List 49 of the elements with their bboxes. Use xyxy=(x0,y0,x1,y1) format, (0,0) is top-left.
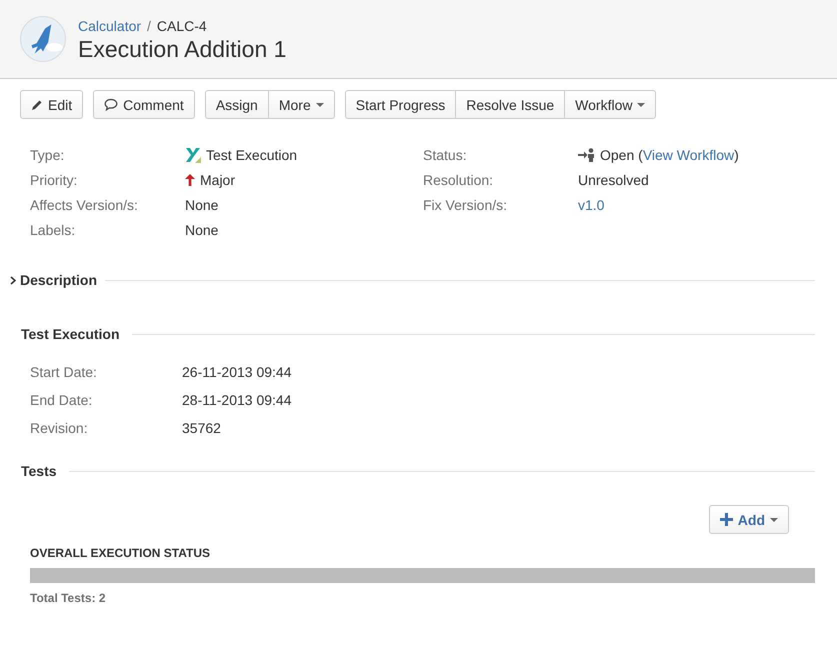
toolbar-button[interactable]: More xyxy=(268,90,335,119)
toolbar-button[interactable]: Start Progress xyxy=(344,90,456,119)
field-value: 35762 xyxy=(182,420,221,436)
toolbar-button[interactable]: Comment xyxy=(93,90,195,119)
field-label: Labels: xyxy=(30,222,76,238)
status-value: Open (View Workflow) xyxy=(600,146,739,162)
toolbar-button[interactable]: Resolve Issue xyxy=(456,90,566,119)
pencil-icon xyxy=(31,98,43,110)
rocket-icon xyxy=(20,16,66,62)
field-value: Major xyxy=(200,172,236,188)
toolbar-button[interactable]: Edit xyxy=(20,90,84,119)
breadcrumb-separator: / xyxy=(147,18,151,34)
plus-icon xyxy=(720,513,733,526)
total-tests: Total Tests: 2 xyxy=(30,591,107,605)
field-label: Resolution: xyxy=(423,172,494,188)
add-button[interactable]: Add xyxy=(708,505,789,534)
toolbar-button[interactable]: Assign xyxy=(204,90,269,119)
field-label: Status: xyxy=(423,146,468,162)
field-label: Start Date: xyxy=(30,364,98,380)
issue-title: Execution Addition 1 xyxy=(78,36,286,62)
up-arrow-icon xyxy=(185,174,195,186)
field-value: 26-11-2013 09:44 xyxy=(182,364,292,380)
section-title: Test Execution xyxy=(21,326,120,342)
field-label: Priority: xyxy=(30,172,78,188)
arrow-person-icon xyxy=(578,148,595,162)
version-link[interactable]: v1.0 xyxy=(578,196,604,212)
status-heading: OVERALL EXECUTION STATUS xyxy=(30,546,212,560)
toolbar-button[interactable]: Workflow xyxy=(565,90,656,119)
project-link[interactable]: Calculator xyxy=(78,18,142,34)
field-label: Type: xyxy=(30,146,66,162)
caret-icon xyxy=(316,102,324,106)
issue-key-link[interactable]: CALC-4 xyxy=(156,18,207,34)
caret-icon xyxy=(637,102,646,106)
field-value: Unresolved xyxy=(578,172,649,188)
field-label: End Date: xyxy=(30,392,94,408)
field-label: Fix Version/s: xyxy=(423,196,508,212)
view-workflow-link[interactable]: View Workflow xyxy=(642,146,734,162)
field-value: None xyxy=(185,222,218,238)
field-label: Affects Version/s: xyxy=(30,196,139,212)
chevron-icon[interactable] xyxy=(10,276,16,284)
section-title: Tests xyxy=(21,463,57,479)
section-title[interactable]: Description xyxy=(20,272,98,288)
field-value: Test Execution xyxy=(206,146,298,162)
field-value: None xyxy=(185,196,218,212)
field-label: Revision: xyxy=(30,420,89,436)
test-execution-icon xyxy=(185,146,201,162)
field-value: 28-11-2013 09:44 xyxy=(182,392,292,408)
caret-icon xyxy=(770,518,778,522)
speech-bubble-icon xyxy=(104,98,118,111)
